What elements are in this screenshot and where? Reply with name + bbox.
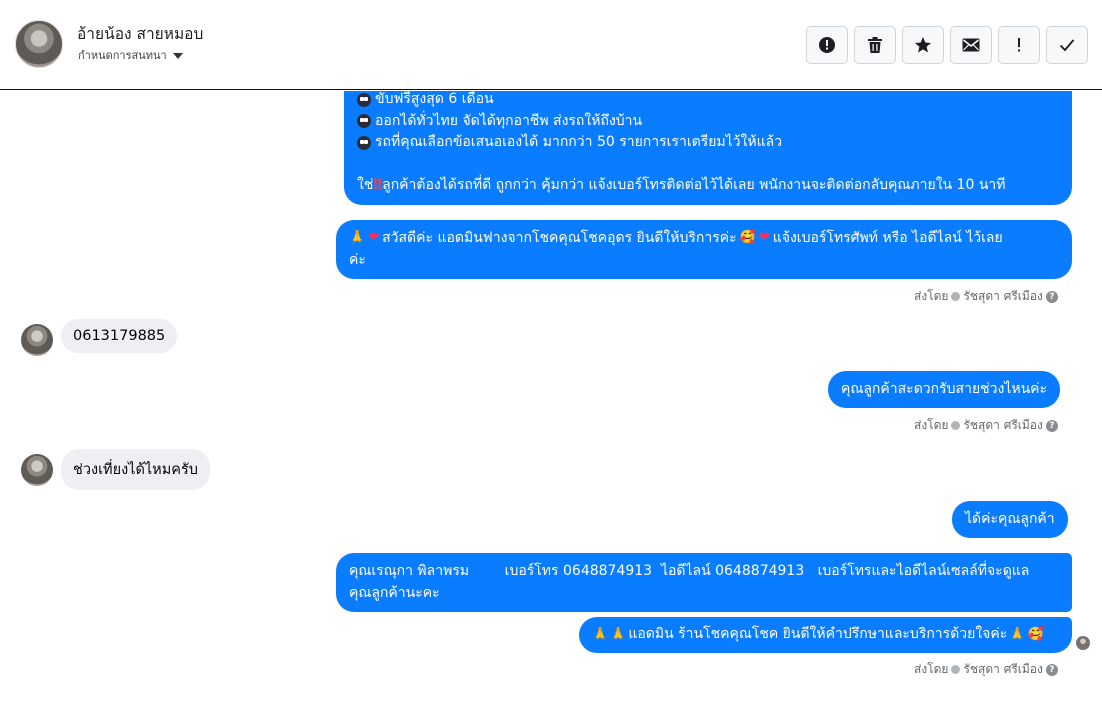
promo-line: ออกได้ทั่วไทย จัดได้ทุกอาชีพ ส่งรถให้ถึง… xyxy=(357,111,1059,133)
pray-hands-icon: 🙏 xyxy=(610,627,627,642)
heart-icon: ❤ xyxy=(758,230,770,245)
smiling-face-hearts-icon: 🥰 xyxy=(739,230,756,245)
seen-avatar xyxy=(1076,636,1090,650)
star-icon xyxy=(915,37,931,53)
done-button[interactable] xyxy=(1046,26,1088,64)
help-icon[interactable]: ? xyxy=(1045,663,1058,676)
status-dot-icon xyxy=(951,421,961,430)
delete-button[interactable] xyxy=(854,26,896,64)
message-greeting[interactable]: 🙏 ❤ สวัสดีค่ะ แอดมินฟางจากโชคคุณโชคอุดร … xyxy=(336,220,1072,279)
message-ask-time[interactable]: คุณลูกค้าสะดวกรับสายช่วงไหนค่ะ xyxy=(828,371,1061,408)
important-button[interactable] xyxy=(998,26,1040,64)
message-customer-phone[interactable]: 0613179885 xyxy=(61,319,178,353)
caret-down-icon xyxy=(172,52,183,59)
exclamation-icon xyxy=(1018,38,1020,52)
status-dot-icon xyxy=(951,665,961,674)
sent-by-label: ส่งโดย รัชสุดา ศรีเมือง ? xyxy=(914,416,1058,435)
envelope-icon xyxy=(962,38,980,52)
sent-by-label: ส่งโดย รัชสุดา ศรีเมือง ? xyxy=(914,660,1058,679)
star-button[interactable] xyxy=(902,26,944,64)
status-dot-icon xyxy=(951,292,961,301)
trash-icon xyxy=(868,37,882,53)
pray-hands-icon: 🙏 xyxy=(592,627,609,642)
customer-avatar[interactable] xyxy=(21,324,53,356)
promo-line: ใช่ ‼ ลูกค้าต้องได้รถที่ดี ถูกกว่า คุ้มก… xyxy=(357,175,1059,197)
message-ok-reply[interactable]: ได้ค่ะคุณลูกค้า xyxy=(952,501,1068,538)
smiling-face-hearts-icon: 🥰 xyxy=(1027,627,1044,642)
contact-avatar[interactable] xyxy=(15,20,63,68)
promo-line: รถที่คุณเลือกข้อเสนอเองได้ มากกว่า 50 รา… xyxy=(357,132,1059,154)
message-closing[interactable]: 🙏 🙏 แอดมิน ร้านโชคคุณโชค ยินดีให้คำปรึกษ… xyxy=(579,617,1072,653)
conversation-header: อ้ายน้อง สายหมอบ กำหนดการสนทนา xyxy=(0,0,1102,90)
badge-icon xyxy=(357,135,371,150)
pray-hands-icon: 🙏 xyxy=(1009,627,1026,642)
help-icon[interactable]: ? xyxy=(1045,419,1058,432)
conversation-settings-label: กำหนดการสนทนา xyxy=(78,49,167,62)
checkmark-icon xyxy=(1059,39,1075,52)
contact-name[interactable]: อ้ายน้อง สายหมอบ xyxy=(77,21,203,46)
mail-button[interactable] xyxy=(950,26,992,64)
message-contact-info[interactable]: คุณเรณุกา พิลาพรม เบอร์โทร 0648874913 ไอ… xyxy=(336,553,1072,612)
badge-icon xyxy=(357,92,371,107)
action-toolbar xyxy=(806,26,1088,64)
help-icon[interactable]: ? xyxy=(1045,290,1058,303)
badge-icon xyxy=(357,114,371,129)
alert-circle-icon xyxy=(819,37,835,53)
heart-icon: ❤ xyxy=(368,230,380,245)
spam-button[interactable] xyxy=(806,26,848,64)
customer-avatar[interactable] xyxy=(21,454,53,486)
double-exclamation-icon: ‼ xyxy=(373,176,383,193)
message-thread[interactable]: ขับฟรีสูงสุด 6 เดือน ออกได้ทั่วไทย จัดได… xyxy=(0,91,1102,709)
promo-line: ขับฟรีสูงสุด 6 เดือน xyxy=(357,91,1059,111)
message-customer-time[interactable]: ช่วงเที่ยงได้ไหมครับ xyxy=(61,449,210,490)
conversation-settings-dropdown[interactable]: กำหนดการสนทนา xyxy=(78,46,183,64)
message-promo[interactable]: ขับฟรีสูงสุด 6 เดือน ออกได้ทั่วไทย จัดได… xyxy=(344,91,1072,205)
sent-by-label: ส่งโดย รัชสุดา ศรีเมือง ? xyxy=(914,287,1058,306)
pray-hands-icon: 🙏 xyxy=(349,230,366,245)
